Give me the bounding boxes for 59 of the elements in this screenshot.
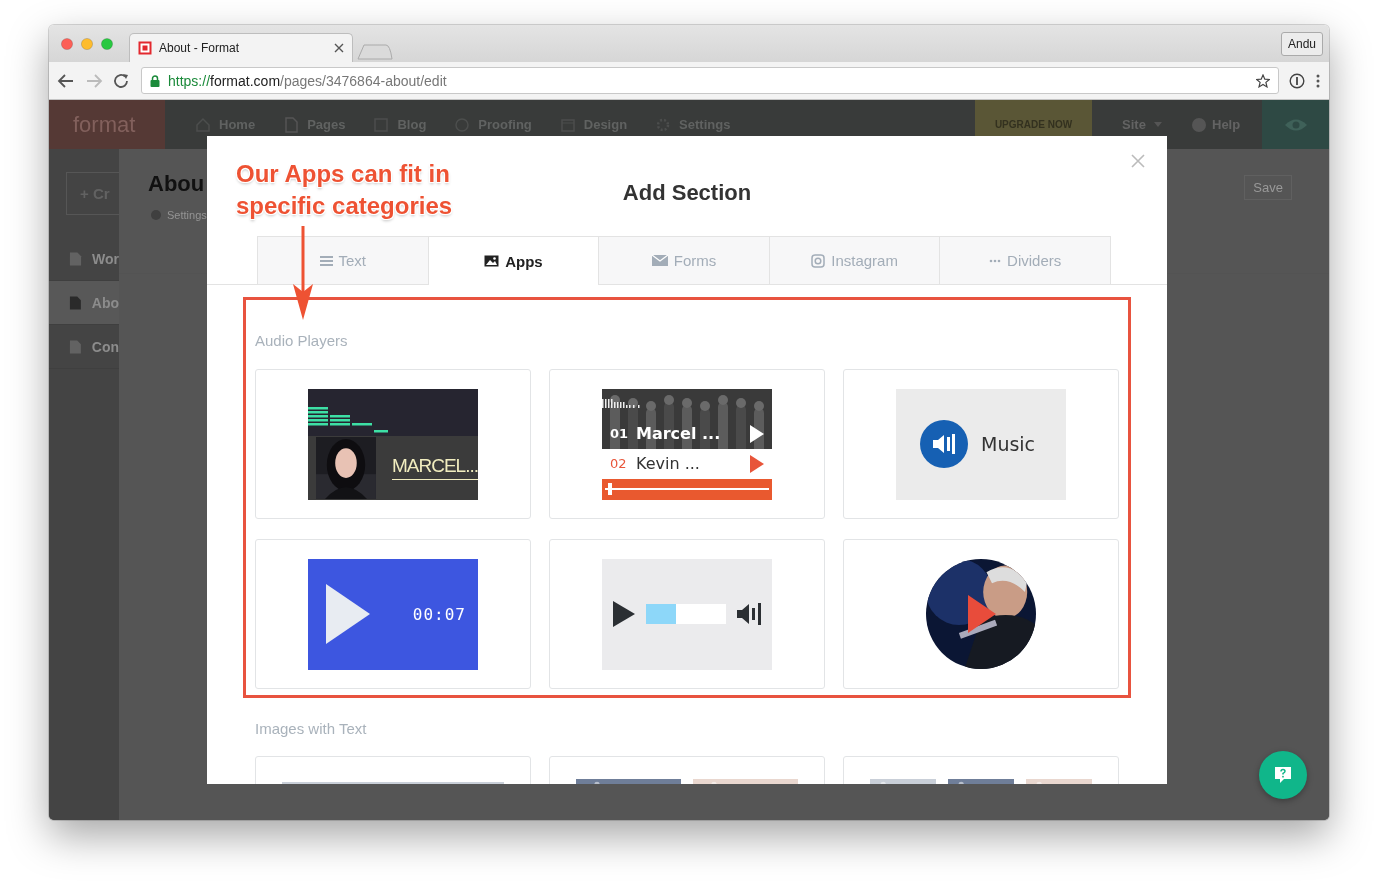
progress-slider[interactable] <box>602 478 772 500</box>
menu-icon[interactable] <box>1315 72 1321 89</box>
star-icon[interactable] <box>1256 73 1270 88</box>
track-title: Kevin ... <box>636 454 701 473</box>
page-icon <box>69 338 82 355</box>
music-label: Music <box>981 433 1036 455</box>
close-window-button[interactable] <box>61 38 73 50</box>
reload-icon[interactable] <box>113 72 131 89</box>
waveform-icon <box>602 398 642 409</box>
app-card[interactable]: Music <box>843 369 1119 519</box>
profile-button[interactable]: Andu <box>1280 32 1323 56</box>
instagram-icon <box>811 253 826 268</box>
browser-tab[interactable]: About - Format <box>129 33 353 62</box>
dialog-title: Add Section <box>622 180 752 206</box>
tab[interactable]: Instagram <box>768 236 941 284</box>
image-icon <box>484 255 500 267</box>
page-icon <box>69 250 83 267</box>
tab-title: About - Format <box>159 41 241 55</box>
close-icon[interactable] <box>334 43 344 53</box>
save-button[interactable]: Save <box>1244 175 1292 200</box>
track-title: Marcel ... <box>636 424 722 443</box>
envelope-icon <box>651 254 668 267</box>
tab[interactable]: Dividers <box>939 236 1111 284</box>
caret-icon <box>1153 122 1162 127</box>
equalizer-icon <box>308 406 388 433</box>
page-title: Abou <box>148 171 205 197</box>
app-card[interactable]: MARCEL... <box>255 369 531 519</box>
time-display: 00:07 <box>412 604 466 624</box>
speaker-icon[interactable] <box>737 602 763 626</box>
track-number: 02 <box>610 456 626 471</box>
page-icon <box>283 116 300 133</box>
tab[interactable]: Text <box>257 236 429 284</box>
app-card[interactable]: 00:07 <box>255 539 531 689</box>
speaker-icon[interactable] <box>920 420 968 468</box>
settings-link[interactable]: Settings <box>167 209 207 221</box>
play-icon[interactable] <box>968 595 996 633</box>
tab[interactable]: Forms <box>598 236 770 284</box>
info-icon[interactable] <box>1289 72 1305 89</box>
slider-thumb[interactable] <box>607 483 612 495</box>
url-text: https://format.com/pages/3476864-about/edit <box>168 72 448 89</box>
lock-icon <box>150 74 160 87</box>
close-icon <box>1131 154 1145 168</box>
track-title: MARCEL... <box>391 451 478 480</box>
eye-icon <box>1283 117 1308 132</box>
address-bar[interactable]: https://format.com/pages/3476864-about/edit <box>141 67 1279 94</box>
section-heading: Images with Text <box>255 719 368 739</box>
play-icon[interactable] <box>750 424 764 443</box>
back-icon[interactable] <box>57 72 75 89</box>
annotation-text: Our Apps can fit in specific categories <box>236 159 454 221</box>
lines-icon <box>319 254 333 267</box>
play-icon[interactable] <box>326 584 370 644</box>
track-number: 01 <box>610 426 626 441</box>
section-heading: Audio Players <box>255 331 349 351</box>
favicon-icon <box>138 41 152 55</box>
app-card[interactable]: 01 Marcel ... 02 Kevin ... <box>549 369 825 519</box>
tab[interactable]: Apps <box>427 236 600 285</box>
app-card[interactable] <box>843 539 1119 689</box>
page-icon <box>69 294 82 311</box>
play-icon[interactable] <box>613 601 635 627</box>
